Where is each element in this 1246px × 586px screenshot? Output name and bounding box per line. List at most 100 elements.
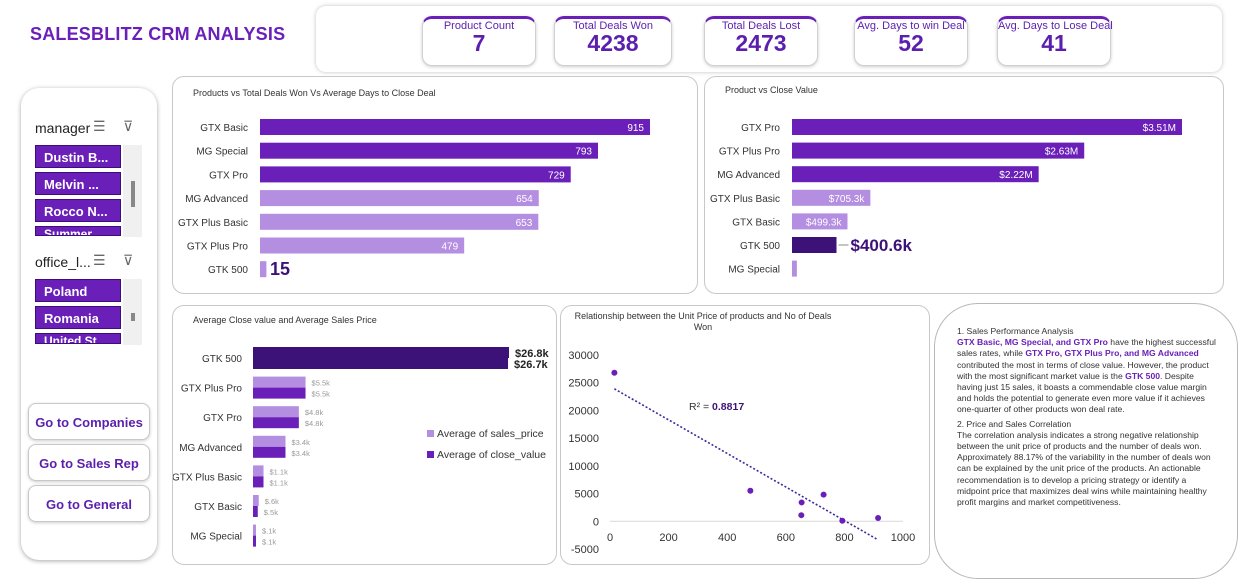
slicer-item-manager[interactable]: Rocco N... [35,199,121,222]
data-label: $26.7k [514,359,549,371]
bar [253,495,259,506]
x-tick-label: 0 [607,532,613,544]
data-label: $705.3k [829,194,866,205]
insight-paragraph-1: GTX Basic, MG Special, and GTX Pro have … [957,337,1219,415]
x-tick-label: 800 [835,532,853,544]
data-label: 793 [575,147,592,158]
bar [792,142,1085,159]
scatter-point [820,491,827,498]
kpi-value: 41 [1041,30,1067,56]
slicer-item-manager[interactable]: Summer... [35,226,121,236]
chart-deals-won: GTX Basic 915 MG Special 793 GTX Pro 729 MG Ad… [178,119,650,279]
category-label: MG Advanced [717,170,780,181]
chart-avg-price-panel: Average Close value and Average Sales Pr… [172,305,557,565]
bar [260,142,598,159]
bar [253,465,264,477]
y-tick-label: 10000 [568,461,599,473]
data-label: $.1k [262,527,276,536]
insight-bold: GTX Pro, GTX Plus Pro, and MG Advanced [1025,348,1199,359]
go-to-companies-button[interactable]: Go to Companies [28,403,150,440]
category-label: GTX Plus Pro [181,384,243,395]
bar [253,446,286,458]
x-tick-label: 1000 [891,532,915,544]
category-label: MG Advanced [179,443,242,454]
trendline [613,388,878,540]
insight-heading-2: 2. Price and Sales Correlation [957,418,1072,429]
bar [260,237,465,254]
data-label: $3.51M [1143,123,1176,134]
scatter-point [839,517,846,524]
slicer-item-office[interactable]: Poland [35,279,121,302]
slicer-item-manager[interactable]: Melvin ... [35,172,121,195]
data-label: 729 [548,170,565,181]
data-label: $.1k [262,538,276,547]
kpi-value: 52 [898,30,924,56]
kpi-product-count: Product Count 7 [422,16,536,66]
data-label: 915 [627,123,644,134]
clear-filter-icon[interactable]: ⊽ [123,118,133,135]
data-label: $4.8k [305,419,324,428]
category-label: GTX Basic [200,123,248,134]
slicer-item-office[interactable]: Romania [35,306,121,329]
insight-paragraph-2: The correlation analysis indicates a str… [957,429,1211,508]
bar [253,435,286,447]
legend-label: Average of sales_price [437,428,544,440]
data-label: $499.3k [806,217,843,228]
bar [260,190,539,207]
manager-scrollbar[interactable] [123,145,142,237]
go-to-general-button[interactable]: Go to General [28,485,150,522]
bar [792,237,837,253]
category-label: GTX Plus Basic [178,218,248,229]
chart-scatter-panel: Relationship between the Unit Price of p… [560,305,930,565]
bar [253,535,256,547]
y-tick-label: 20000 [568,405,599,417]
r-squared-value: 0.8817 [712,401,744,413]
data-label: $1.1k [270,478,289,487]
category-label: GTX Plus Basic [710,194,780,205]
kpi-deals-lost: Total Deals Lost 2473 [704,16,818,66]
insight-heading-1: 1. Sales Performance Analysis [957,326,1074,336]
y-tick-label: 0 [593,516,599,528]
insight-bold: GTX Basic, MG Special, and GTX Pro [957,337,1108,348]
scatter-point [747,487,754,494]
y-tick-label: 5000 [575,489,599,501]
bar [253,406,299,418]
kpi-value: 7 [472,30,486,56]
clear-filter-icon[interactable]: ⊽ [123,252,133,269]
slicer-item-office[interactable]: United St... [35,333,121,344]
category-label: GTK 500 [740,241,780,252]
scatter-point [798,499,805,506]
r-squared-annotation: R² = 0.8817 [689,401,744,413]
bar [253,417,299,429]
kpi-value: 4238 [587,30,639,56]
data-label: $5.5k [312,379,331,388]
go-to-sales-rep-button[interactable]: Go to Sales Rep [28,444,150,481]
slicer-item-manager[interactable]: Dustin B... [35,145,121,168]
legend-label: Average of close_value [437,449,546,461]
data-label: 653 [516,218,533,229]
legend-swatch [427,430,434,437]
category-label: MG Special [196,147,248,158]
x-tick-label: 200 [659,532,677,544]
insight-panel: 1. Sales Performance Analysis GTX Basic,… [934,303,1238,579]
kpi-deals-won: Total Deals Won 4238 [554,16,672,66]
scatter-point [798,512,805,519]
scroll-thumb[interactable] [131,181,135,207]
multi-select-icon[interactable]: ☰ [93,118,106,135]
chart-close-value-panel: Product vs Close Value GTX Pro $3.51M GTX … [704,76,1224,294]
bar [792,260,797,277]
data-label: 654 [516,194,533,205]
office-scrollbar[interactable] [123,279,142,345]
kpi-strip: Product Count 7 Total Deals Won 4238 Tot… [316,6,1222,72]
bar [253,506,258,517]
chart-scatter: -5000 0 5000 10000 15000 20000 25000 30000 0 200 4… [568,350,915,556]
category-label: MG Special [728,265,780,276]
x-tick-label: 600 [777,532,795,544]
scroll-thumb[interactable] [131,313,135,321]
category-label: GTX Plus Basic [173,472,242,483]
bar [260,166,571,183]
y-tick-label: -5000 [571,544,599,556]
data-label: $400.6k [851,236,913,255]
chart-deals-won-panel: Products vs Total Deals Won Vs Average D… [172,76,698,294]
multi-select-icon[interactable]: ☰ [93,252,106,269]
